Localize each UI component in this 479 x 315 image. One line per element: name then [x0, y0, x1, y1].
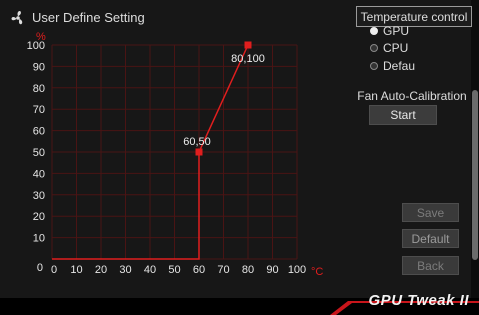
radio-label-cpu: CPU — [383, 41, 409, 55]
y-tick-label: 70 — [33, 104, 45, 116]
start-calibration-button[interactable]: Start — [369, 105, 437, 125]
radio-default[interactable]: Defau — [370, 59, 415, 73]
x-tick-label: 20 — [95, 264, 107, 276]
x-tick-label: 70 — [217, 264, 229, 276]
back-button[interactable]: Back — [402, 256, 459, 275]
brand-logo: GPU Tweak II — [368, 291, 469, 309]
temperature-control-label: Temperature control — [360, 9, 468, 24]
y-tick-label: 20 — [33, 211, 45, 223]
default-button[interactable]: Default — [402, 229, 459, 248]
x-tick-label: 100 — [288, 264, 306, 276]
radio-label-default: Defau — [383, 59, 416, 73]
y-tick-label: 40 — [33, 168, 45, 180]
x-tick-label: 30 — [119, 264, 131, 276]
curve-control-point[interactable] — [195, 148, 203, 156]
radio-indicator-gpu[interactable] — [370, 27, 378, 35]
x-tick-label: 80 — [242, 264, 254, 276]
x-unit-label: °C — [311, 266, 323, 278]
y-tick-label: 80 — [33, 83, 45, 95]
radio-cpu[interactable]: CPU — [370, 41, 408, 55]
scrollbar[interactable] — [471, 0, 479, 298]
scrollbar-thumb[interactable] — [472, 90, 478, 260]
radio-indicator-cpu[interactable] — [370, 44, 378, 52]
y-tick-label: 90 — [33, 61, 45, 73]
y-tick-label: 30 — [33, 190, 45, 202]
save-button[interactable]: Save — [402, 203, 459, 222]
radio-gpu[interactable]: GPU — [370, 24, 409, 38]
x-tick-label: 90 — [266, 264, 278, 276]
x-tick-label: 60 — [193, 264, 205, 276]
x-tick-label: 40 — [144, 264, 156, 276]
x-tick-label: 0 — [51, 264, 57, 276]
x-tick-label: 10 — [70, 264, 82, 276]
y-tick-label: 50 — [33, 147, 45, 159]
control-point-label: 60,50 — [183, 136, 211, 148]
control-point-label: 80,100 — [231, 53, 265, 65]
fan-curve-chart[interactable]: 0 10 20 30 40 50 60 70 80 90 100 10 20 30 40 50 60 70 80 90… — [0, 0, 340, 300]
x-tick-label: 50 — [168, 264, 180, 276]
y-unit-label: % — [36, 31, 46, 43]
y-zero-label: 0 — [37, 262, 43, 274]
fan-auto-calibration-label: Fan Auto-Calibration — [357, 89, 467, 103]
curve-control-point[interactable] — [244, 41, 252, 49]
radio-label-gpu: GPU — [383, 24, 410, 38]
y-tick-label: 10 — [33, 233, 45, 245]
y-tick-label: 60 — [33, 126, 45, 138]
radio-indicator-default[interactable] — [370, 62, 378, 70]
